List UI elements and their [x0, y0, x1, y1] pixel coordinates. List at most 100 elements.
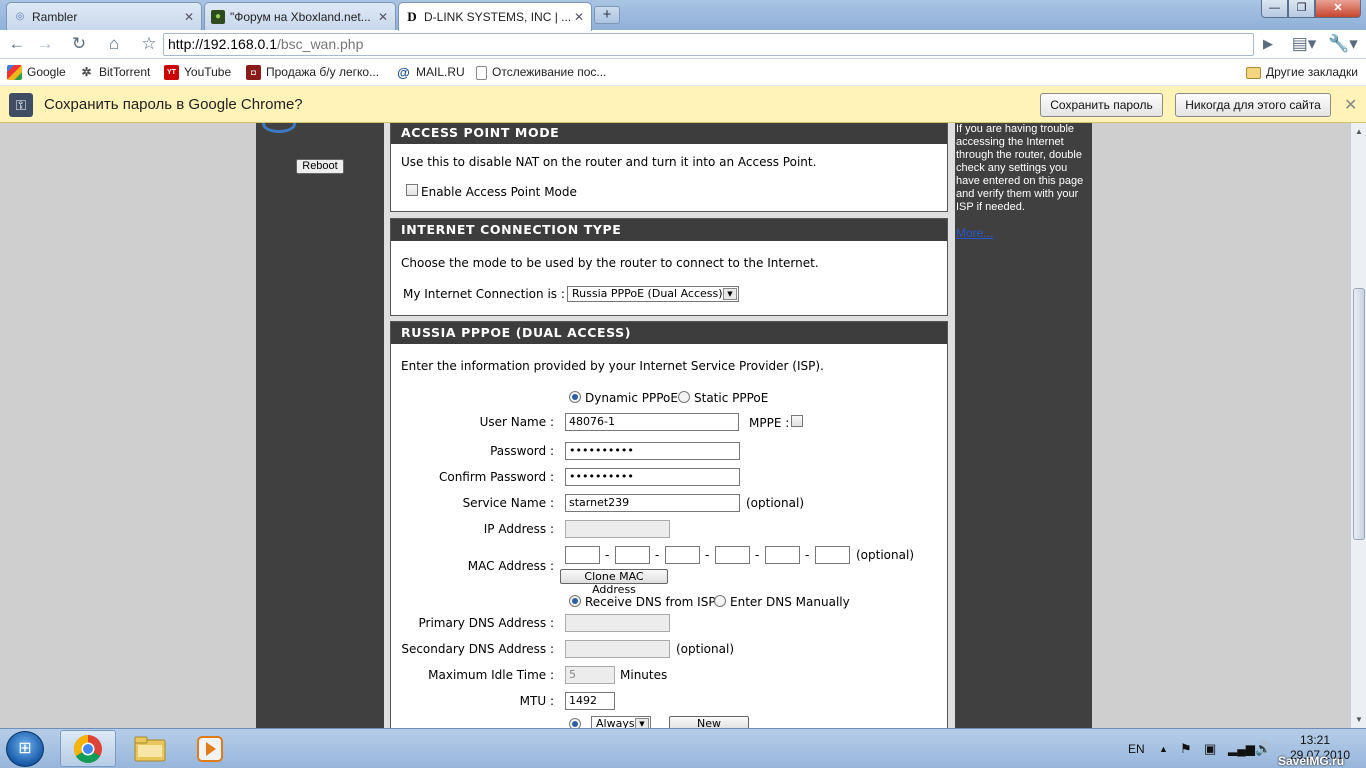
section-description: Enter the information provided by your I…	[401, 359, 824, 373]
mac-octet-input[interactable]	[815, 546, 850, 564]
service-name-input[interactable]: starnet239	[565, 494, 740, 512]
window-controls: — ❐ ✕	[1261, 0, 1361, 18]
tab-rambler[interactable]: ◎ Rambler ✕	[6, 2, 202, 30]
tab-dlink[interactable]: D D-LINK SYSTEMS, INC | ... ✕	[398, 2, 592, 31]
mac-octet-input[interactable]	[765, 546, 800, 564]
close-window-button[interactable]: ✕	[1315, 0, 1361, 18]
forward-icon[interactable]: →	[33, 33, 57, 55]
save-password-button[interactable]: Сохранить пароль	[1040, 93, 1163, 117]
maximize-button[interactable]: ❐	[1288, 0, 1315, 18]
static-pppoe-label: Static PPPoE	[694, 391, 769, 405]
static-pppoe-radio[interactable]	[678, 391, 690, 403]
bookmark-youtube[interactable]: YT YouTube	[164, 64, 231, 81]
bookmark-mailru[interactable]: @ MAIL.RU	[396, 64, 465, 81]
primary-dns-input[interactable]	[565, 614, 670, 632]
other-bookmarks[interactable]: Другие закладки	[1246, 64, 1358, 81]
mtu-input[interactable]: 1492	[565, 692, 615, 710]
access-point-section: ACCESS POINT MODE Use this to disable NA…	[390, 123, 948, 212]
bookmark-tracking[interactable]: Отслеживание пос...	[476, 64, 606, 81]
scroll-thumb[interactable]	[1353, 288, 1365, 540]
mac-octet-input[interactable]	[665, 546, 700, 564]
chevron-down-icon: ▼	[635, 718, 649, 728]
folder-icon	[134, 736, 166, 761]
volume-icon[interactable]: 🔊	[1255, 729, 1271, 768]
idle-time-input[interactable]: 5	[565, 666, 615, 684]
language-indicator[interactable]: EN	[1128, 729, 1145, 768]
url-host: http://192.168.0.1	[168, 36, 277, 52]
mac-octet-input[interactable]	[565, 546, 600, 564]
mppe-checkbox[interactable]	[791, 415, 803, 427]
rambler-icon: ◎	[15, 11, 25, 22]
start-button[interactable]: ⊞	[6, 731, 44, 767]
left-navigation: Reboot	[256, 123, 384, 728]
dns-from-isp-radio[interactable]	[569, 595, 581, 607]
taskbar-chrome[interactable]	[60, 730, 116, 767]
folder-icon	[1246, 66, 1261, 79]
bookmark-bittorrent[interactable]: ✲ BitTorrent	[79, 64, 150, 81]
mac-separator: -	[605, 548, 610, 562]
ip-address-input[interactable]	[565, 520, 670, 538]
service-name-label: Service Name :	[462, 496, 554, 510]
bookmark-label: Google	[27, 65, 66, 79]
router-logo-icon	[262, 123, 296, 133]
page-menu-icon[interactable]: ▤▾	[1288, 33, 1320, 55]
clock-time: 13:21	[1299, 733, 1331, 747]
address-bar[interactable]: http://192.168.0.1/bsc_wan.php	[163, 33, 1254, 56]
reboot-button[interactable]: Reboot	[296, 159, 344, 174]
never-save-button[interactable]: Никогда для этого сайта	[1175, 93, 1331, 117]
scroll-up-icon[interactable]: ▲	[1353, 127, 1365, 136]
network-icon[interactable]: ▂▄▆	[1228, 729, 1255, 768]
bookmark-google[interactable]: Google	[7, 64, 66, 81]
mtu-label: MTU :	[519, 694, 554, 708]
close-icon[interactable]: ✕	[1344, 95, 1357, 115]
connection-type-select[interactable]: Russia PPPoE (Dual Access) ▼	[567, 286, 739, 302]
main-content: ACCESS POINT MODE Use this to disable NA…	[384, 123, 955, 728]
wrench-menu-icon[interactable]: 🔧▾	[1326, 33, 1360, 55]
confirm-password-label: Confirm Password :	[438, 470, 554, 484]
flag-icon[interactable]: ⚑	[1180, 729, 1192, 768]
ap-mode-checkbox[interactable]	[406, 184, 418, 196]
tab-xboxland[interactable]: ● "Форум на Xboxland.net... ✕	[204, 2, 396, 30]
url-path: /bsc_wan.php	[276, 36, 364, 52]
mac-octet-input[interactable]	[715, 546, 750, 564]
page-scrollbar[interactable]: ▲ ▼	[1350, 123, 1366, 728]
dynamic-pppoe-radio[interactable]	[569, 391, 581, 403]
new-tab-button[interactable]: +	[594, 6, 620, 24]
schedule-select[interactable]: Always ▼	[591, 716, 651, 728]
clone-mac-button[interactable]: Clone MAC Address	[560, 569, 668, 596]
optional-note: (optional)	[746, 496, 804, 510]
secondary-dns-input[interactable]	[565, 640, 670, 658]
username-input[interactable]: 48076-1	[565, 413, 739, 431]
select-value: Always	[596, 717, 635, 728]
taskbar-explorer[interactable]	[122, 730, 178, 767]
mac-separator: -	[805, 548, 810, 562]
reload-icon[interactable]: ↻	[67, 33, 91, 55]
bookmark-star-icon[interactable]: ☆	[137, 33, 161, 55]
home-icon[interactable]: ⌂	[102, 33, 126, 55]
go-icon[interactable]: ▶	[1256, 33, 1280, 55]
dns-manual-radio[interactable]	[714, 595, 726, 607]
tab-label: D-LINK SYSTEMS, INC | ...	[424, 10, 572, 24]
taskbar-media-player[interactable]	[182, 730, 238, 767]
tab-close-icon[interactable]: ✕	[377, 10, 389, 24]
mac-separator: -	[755, 548, 760, 562]
infobar-message: Сохранить пароль в Google Chrome?	[44, 96, 303, 113]
bookmark-avito[interactable]: ◘ Продажа б/у легко...	[246, 64, 379, 81]
show-hidden-icons[interactable]: ▲	[1159, 729, 1168, 768]
tab-close-icon[interactable]: ✕	[573, 10, 585, 24]
back-icon[interactable]: ←	[5, 33, 29, 55]
tab-close-icon[interactable]: ✕	[183, 10, 195, 24]
confirm-password-input[interactable]: ••••••••••	[565, 468, 740, 486]
minimize-button[interactable]: —	[1261, 0, 1288, 18]
scroll-down-icon[interactable]: ▼	[1353, 715, 1365, 724]
help-more-link[interactable]: More...	[956, 226, 993, 240]
username-label: User Name :	[479, 415, 554, 429]
dns-manual-label: Enter DNS Manually	[730, 595, 850, 609]
optional-note: (optional)	[856, 548, 914, 562]
select-value: Russia PPPoE (Dual Access)	[572, 287, 723, 300]
mac-octet-input[interactable]	[615, 546, 650, 564]
schedule-radio[interactable]	[569, 718, 581, 728]
new-schedule-button[interactable]: New Schedule	[669, 716, 749, 728]
password-input[interactable]: ••••••••••	[565, 442, 740, 460]
device-icon[interactable]: ▣	[1204, 729, 1216, 768]
